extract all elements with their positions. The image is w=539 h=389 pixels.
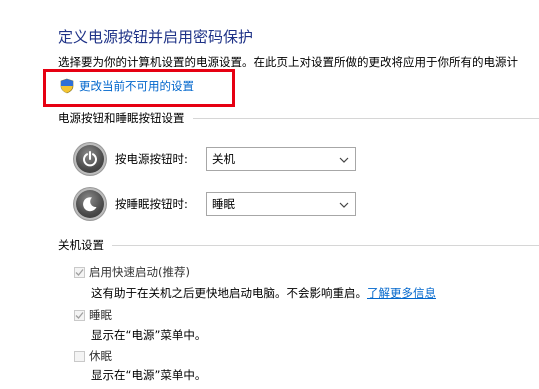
power-button-setting-row: 按电源按钮时: 关机 (74, 143, 356, 175)
checkbox-checked-disabled[interactable] (74, 309, 85, 321)
sleep-button-action-value: 睡眠 (212, 197, 235, 211)
power-buttons-section-header: 电源按钮和睡眠按钮设置 (58, 110, 539, 126)
hibernate-option-label: 休眠 (89, 349, 112, 363)
page-title: 定义电源按钮并启用密码保护 (58, 28, 254, 46)
fast-startup-checkbox-row[interactable]: 启用快速启动(推荐) (74, 264, 190, 280)
fast-startup-label: 启用快速启动(推荐) (89, 265, 190, 279)
section-divider (192, 117, 539, 119)
page-subtitle: 选择要为你的计算机设置的电源设置。在此页上对设置所做的更改将应用于你所有的电源计 (58, 55, 518, 69)
power-buttons-section-title: 电源按钮和睡眠按钮设置 (58, 111, 185, 125)
section-divider (112, 244, 539, 246)
shutdown-section-title: 关机设置 (58, 238, 104, 252)
power-button-icon (74, 143, 106, 175)
hibernate-option-description: 显示在“电源”菜单中。 (91, 368, 207, 382)
fast-startup-description-text: 这有助于在关机之后更快地启动电脑。不会影响重启。 (91, 286, 367, 300)
sleep-button-action-select[interactable]: 睡眠 (206, 192, 356, 216)
power-button-action-value: 关机 (212, 152, 235, 166)
highlight-annotation-box (43, 69, 235, 107)
sleep-button-setting-row: 按睡眠按钮时: 睡眠 (74, 188, 356, 220)
chevron-down-icon (339, 197, 349, 211)
sleep-option-label: 睡眠 (89, 308, 112, 322)
power-options-page: 定义电源按钮并启用密码保护 选择要为你的计算机设置的电源设置。在此页上对设置所做… (0, 0, 539, 389)
shutdown-section-header: 关机设置 (58, 237, 539, 253)
sleep-checkbox-row[interactable]: 睡眠 (74, 307, 112, 323)
sleep-button-icon (74, 188, 106, 220)
chevron-down-icon (339, 152, 349, 166)
sleep-option-description: 显示在“电源”菜单中。 (91, 328, 207, 342)
fast-startup-description: 这有助于在关机之后更快地启动电脑。不会影响重启。了解更多信息 (91, 285, 436, 301)
sleep-button-label: 按睡眠按钮时: (115, 197, 188, 211)
checkbox-unchecked-disabled[interactable] (74, 350, 85, 362)
power-button-action-select[interactable]: 关机 (206, 147, 356, 171)
hibernate-checkbox-row[interactable]: 休眠 (74, 348, 112, 364)
power-button-label: 按电源按钮时: (115, 152, 188, 166)
checkbox-checked-disabled[interactable] (74, 266, 85, 278)
learn-more-link[interactable]: 了解更多信息 (367, 286, 436, 300)
